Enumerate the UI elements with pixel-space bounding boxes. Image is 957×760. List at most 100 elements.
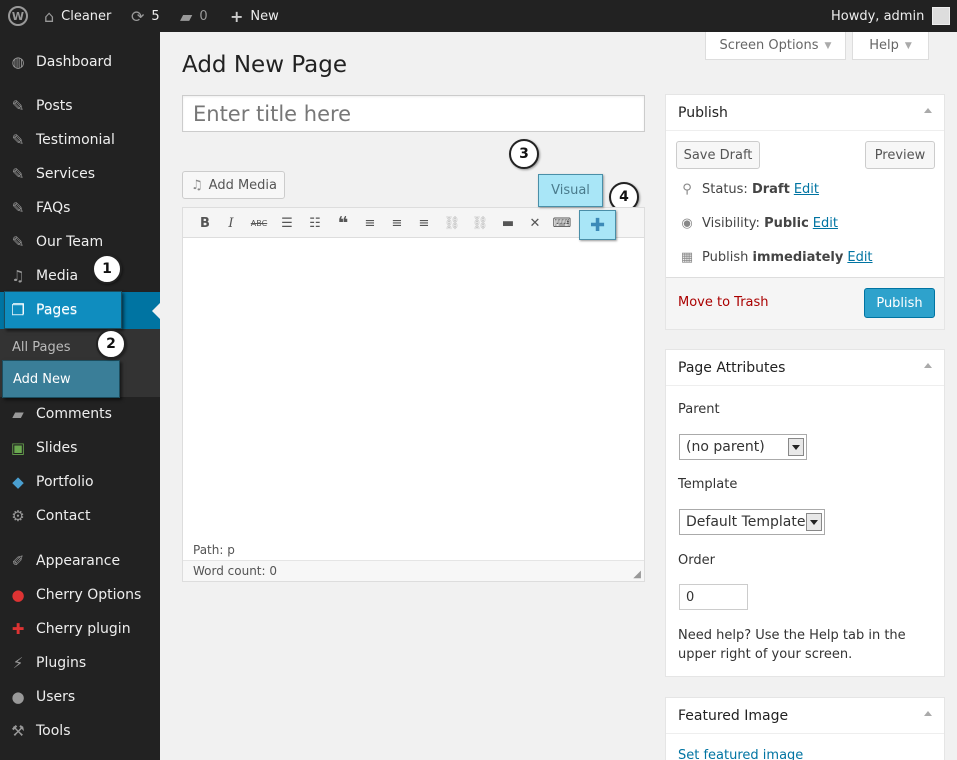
visual-tab[interactable]: Visual xyxy=(538,174,603,207)
link-icon[interactable]: ⛓ xyxy=(442,213,462,233)
menu-item-cherry-options[interactable]: ● Cherry Options xyxy=(0,578,160,612)
submenu-all-pages[interactable]: All Pages xyxy=(12,340,71,355)
resize-handle-icon[interactable]: ◢ xyxy=(633,569,641,580)
menu-item-slides[interactable]: ▣ Slides xyxy=(0,431,160,465)
edit-date-link[interactable]: Edit xyxy=(847,250,872,265)
screen-options-button[interactable]: Screen Options ▼ xyxy=(705,32,846,60)
eye-icon: ◉ xyxy=(681,216,693,231)
my-account-link[interactable]: Howdy, admin xyxy=(831,0,951,32)
menu-item-our-team[interactable]: ✎ Our Team xyxy=(0,225,160,259)
edit-status-link[interactable]: Edit xyxy=(794,182,819,197)
fullscreen-icon[interactable]: ✕ xyxy=(525,213,545,233)
plug-icon: ⚡ xyxy=(12,654,24,672)
slides-icon: ▣ xyxy=(10,439,26,457)
submenu-add-new[interactable]: Add New xyxy=(2,360,120,398)
menu-item-comments[interactable]: ▰ Comments xyxy=(0,397,160,431)
menu-item-services[interactable]: ✎ Services xyxy=(0,157,160,191)
set-featured-image-link[interactable]: Set featured image xyxy=(678,748,803,760)
collapse-icon[interactable] xyxy=(924,363,932,368)
pin-icon: ✎ xyxy=(11,233,25,251)
home-icon: ⌂ xyxy=(44,6,55,26)
pages-icon: ❐ xyxy=(11,301,25,319)
chevron-down-icon xyxy=(788,438,804,456)
chevron-down-icon: ▼ xyxy=(824,40,832,51)
comments-link[interactable]: ▰ 0 xyxy=(180,0,208,32)
parent-select[interactable]: (no parent) xyxy=(679,434,807,460)
unlink-icon[interactable]: ⛓ xyxy=(470,213,490,233)
wordpress-logo-button[interactable]: W xyxy=(8,0,28,32)
move-to-trash-link[interactable]: Move to Trash xyxy=(678,295,769,310)
plugin-toolbar-button[interactable]: ✚ xyxy=(579,210,616,240)
strikethrough-icon[interactable]: ABC xyxy=(249,213,269,233)
wrench-icon: ⚒ xyxy=(11,722,25,740)
calendar-icon: ▦ xyxy=(680,250,694,265)
featured-image-box: Featured Image Set featured image xyxy=(665,697,945,760)
align-left-icon[interactable]: ≡ xyxy=(360,213,380,233)
featured-image-title[interactable]: Featured Image xyxy=(666,698,944,734)
editor-path: Path: p xyxy=(193,543,235,557)
publish-box: Publish Save Draft Preview ⚲ Status: Dra… xyxy=(665,94,945,330)
bullet-list-icon[interactable]: ☰ xyxy=(277,213,297,233)
order-input[interactable] xyxy=(679,584,748,610)
page-title: Add New Page xyxy=(182,52,347,78)
media-icon: ♫ xyxy=(191,177,203,193)
align-center-icon[interactable]: ≡ xyxy=(387,213,407,233)
updates-link[interactable]: ⟳ 5 xyxy=(131,0,160,32)
comment-bubble-icon: ▰ xyxy=(180,6,193,26)
comment-icon: ▰ xyxy=(12,405,24,423)
numbered-list-icon[interactable]: ☷ xyxy=(305,213,325,233)
puzzle-icon: ✚ xyxy=(589,214,606,236)
menu-item-contact[interactable]: ⚙ Contact xyxy=(0,499,160,533)
template-select[interactable]: Default Template xyxy=(679,509,825,535)
publish-box-title[interactable]: Publish xyxy=(666,95,944,131)
pin-icon: ✎ xyxy=(11,165,25,183)
site-name-link[interactable]: ⌂ Cleaner xyxy=(44,0,111,32)
pages-label-overlay: ❐ Pages xyxy=(0,292,120,328)
menu-item-portfolio[interactable]: ◆ Portfolio xyxy=(0,465,160,499)
page-attributes-title[interactable]: Page Attributes xyxy=(666,350,944,386)
plus-icon: + xyxy=(230,6,244,26)
menu-item-media[interactable]: ♫ Media xyxy=(0,259,160,293)
menu-item-plugins[interactable]: ⚡ Plugins xyxy=(0,646,160,680)
menu-item-appearance[interactable]: ✐ Appearance xyxy=(0,544,160,578)
help-button[interactable]: Help ▼ xyxy=(852,32,929,60)
edit-visibility-link[interactable]: Edit xyxy=(813,216,838,231)
blockquote-icon[interactable]: ❝ xyxy=(333,213,353,234)
menu-item-faqs[interactable]: ✎ FAQs xyxy=(0,191,160,225)
collapse-icon[interactable] xyxy=(924,108,932,113)
publish-date-row: ▦ Publish immediately Edit xyxy=(678,250,873,265)
dashboard-icon: ◍ xyxy=(11,53,25,71)
collapse-icon[interactable] xyxy=(924,711,932,716)
align-right-icon[interactable]: ≡ xyxy=(414,213,434,233)
add-media-button[interactable]: ♫ Add Media xyxy=(182,171,285,199)
keyboard-icon[interactable]: ⌨ xyxy=(552,213,572,233)
menu-item-users[interactable]: ● Users xyxy=(0,680,160,714)
parent-label: Parent xyxy=(678,402,720,417)
visibility-row: ◉ Visibility: Public Edit xyxy=(678,216,838,231)
callout-1: 1 xyxy=(92,254,122,284)
word-count: Word count: 0 ◢ xyxy=(183,560,644,581)
portfolio-icon: ◆ xyxy=(12,473,24,491)
chevron-down-icon: ▼ xyxy=(904,40,912,51)
menu-item-testimonial[interactable]: ✎ Testimonial xyxy=(0,123,160,157)
title-input[interactable] xyxy=(182,95,645,132)
plugin-icon: ✚ xyxy=(11,620,25,638)
preview-button[interactable]: Preview xyxy=(865,141,935,169)
read-more-icon[interactable]: ▬ xyxy=(498,213,518,233)
menu-item-tools[interactable]: ⚒ Tools xyxy=(0,714,160,748)
menu-item-cherry-plugin[interactable]: ✚ Cherry plugin xyxy=(0,612,160,646)
bold-icon[interactable]: B xyxy=(195,213,215,233)
italic-icon[interactable]: I xyxy=(221,213,241,233)
site-name: Cleaner xyxy=(61,8,112,24)
save-draft-button[interactable]: Save Draft xyxy=(676,141,760,169)
content-editor[interactable]: B I ABC ☰ ☷ ❝ ≡ ≡ ≡ ⛓ ⛓ ▬ ✕ ⌨ ✚ Path: p … xyxy=(182,207,645,582)
menu-item-dashboard[interactable]: ◍ Dashboard xyxy=(0,45,160,79)
status-row: ⚲ Status: Draft Edit xyxy=(678,182,819,197)
refresh-icon: ⟳ xyxy=(131,6,145,26)
page-attributes-box: Page Attributes Parent (no parent) Templ… xyxy=(665,349,945,677)
gear-icon: ⚙ xyxy=(11,507,25,525)
publish-button[interactable]: Publish xyxy=(864,288,935,318)
new-content-link[interactable]: + New xyxy=(230,0,279,32)
menu-item-posts[interactable]: ✎ Posts xyxy=(0,89,160,123)
pin-icon: ⚲ xyxy=(682,182,692,197)
